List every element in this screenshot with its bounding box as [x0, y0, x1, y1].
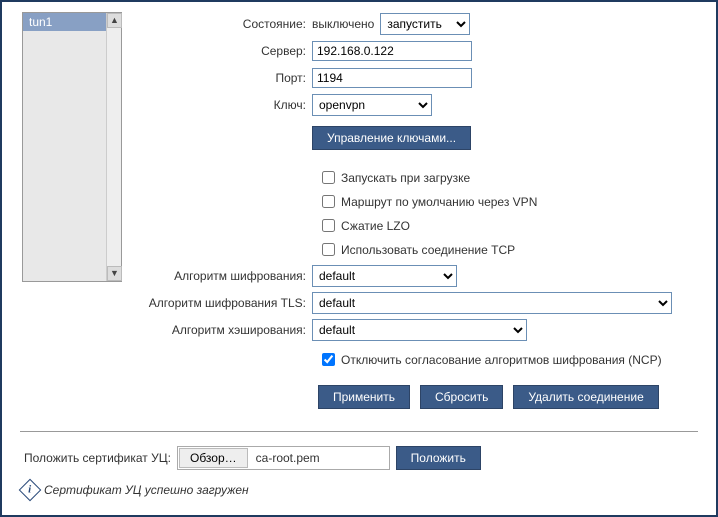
default-route-checkbox[interactable]	[322, 195, 335, 208]
key-select[interactable]: openvpn	[312, 94, 432, 116]
server-label: Сервер:	[132, 44, 312, 58]
default-route-label: Маршрут по умолчанию через VPN	[341, 195, 537, 209]
ncp-label: Отключить согласование алгоритмов шифров…	[341, 353, 662, 367]
hash-alg-select[interactable]: default	[312, 319, 527, 341]
config-window: tun1 ▲ ▼ Состояние: выключено запустить …	[0, 0, 718, 517]
scrollbar[interactable]: ▲ ▼	[106, 13, 121, 281]
hash-alg-label: Алгоритм хэширования:	[132, 323, 312, 337]
status-message: Сертификат УЦ успешно загружен	[44, 483, 249, 497]
manage-keys-button[interactable]: Управление ключами...	[312, 126, 471, 150]
scroll-down-icon[interactable]: ▼	[107, 266, 122, 281]
file-name-display: ca-root.pem	[248, 451, 388, 465]
file-chooser: Обзор… ca-root.pem	[177, 446, 390, 470]
action-select[interactable]: запустить	[380, 13, 470, 35]
connection-list-inner: tun1	[23, 13, 108, 281]
enc-alg-select[interactable]: default	[312, 265, 457, 287]
cert-label: Положить сертификат УЦ:	[24, 451, 171, 465]
autostart-label: Запускать при загрузке	[341, 171, 470, 185]
server-input[interactable]	[312, 41, 472, 61]
state-label: Состояние:	[132, 17, 312, 31]
tcp-checkbox[interactable]	[322, 243, 335, 256]
port-input[interactable]	[312, 68, 472, 88]
enc-alg-tls-label: Алгоритм шифрования TLS:	[132, 296, 312, 310]
lzo-label: Сжатие LZO	[341, 219, 410, 233]
cert-section: Положить сертификат УЦ: Обзор… ca-root.p…	[2, 432, 716, 470]
lzo-checkbox[interactable]	[322, 219, 335, 232]
enc-alg-label: Алгоритм шифрования:	[132, 269, 312, 283]
main-content: tun1 ▲ ▼ Состояние: выключено запустить …	[2, 2, 716, 409]
key-label: Ключ:	[132, 98, 312, 112]
info-icon: i	[19, 479, 42, 502]
tcp-label: Использовать соединение TCP	[341, 243, 515, 257]
connection-list[interactable]: tun1 ▲ ▼	[22, 12, 122, 282]
enc-alg-tls-select[interactable]: default	[312, 292, 672, 314]
scroll-up-icon[interactable]: ▲	[107, 13, 122, 28]
apply-button[interactable]: Применить	[318, 385, 410, 409]
form-area: Состояние: выключено запустить Сервер: П…	[122, 12, 700, 409]
port-label: Порт:	[132, 71, 312, 85]
autostart-checkbox[interactable]	[322, 171, 335, 184]
delete-connection-button[interactable]: Удалить соединение	[513, 385, 658, 409]
reset-button[interactable]: Сбросить	[420, 385, 503, 409]
state-value: выключено	[312, 17, 374, 31]
status-section: i Сертификат УЦ успешно загружен	[2, 470, 716, 510]
put-cert-button[interactable]: Положить	[396, 446, 481, 470]
browse-button[interactable]: Обзор…	[179, 448, 248, 468]
connection-item[interactable]: tun1	[23, 13, 108, 31]
ncp-checkbox[interactable]	[322, 353, 335, 366]
